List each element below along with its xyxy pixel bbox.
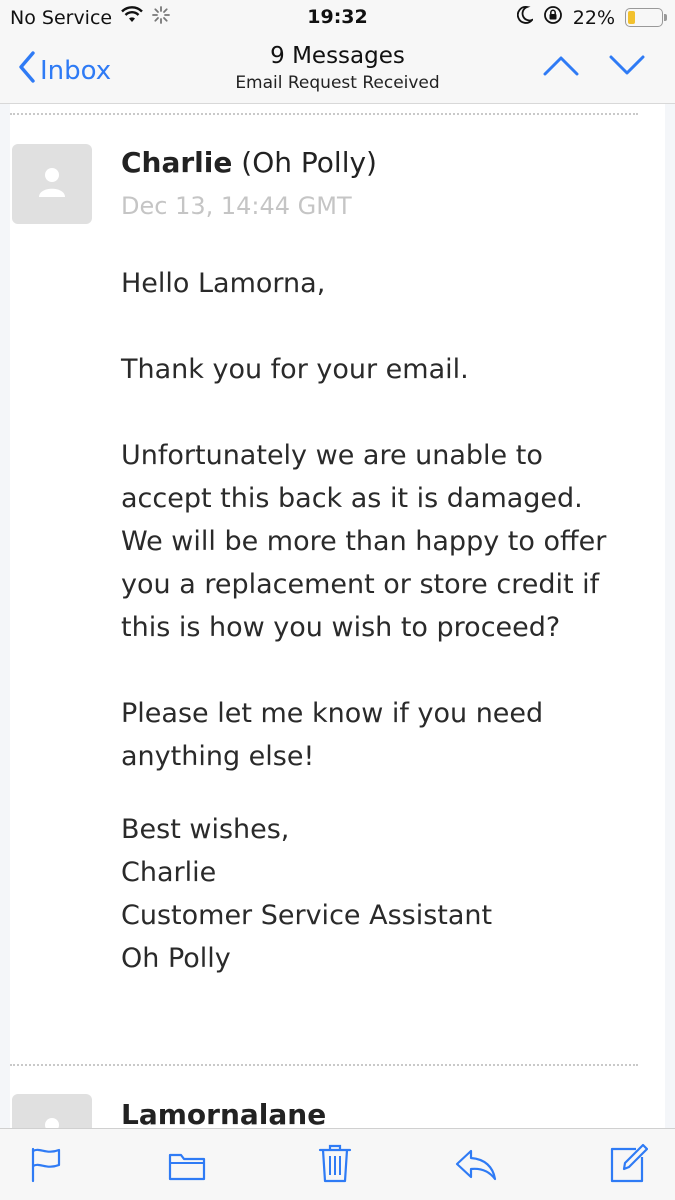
body-thanks: Thank you for your email. xyxy=(121,354,469,385)
sender-line[interactable]: Lamornalane xyxy=(121,1098,326,1128)
sender-name: Charlie xyxy=(121,146,233,179)
body-paragraph-line: this is how you wish to proceed? xyxy=(121,612,561,643)
body-paragraph-line: accept this back as it is damaged. xyxy=(121,483,583,514)
navigation-bar: Inbox 9 Messages Email Request Received xyxy=(0,36,675,104)
battery-icon xyxy=(625,8,667,27)
folder-icon[interactable] xyxy=(168,1151,206,1185)
flag-icon[interactable] xyxy=(30,1147,62,1187)
sender-name: Lamornalane xyxy=(121,1098,327,1128)
person-placeholder-icon xyxy=(34,1114,70,1128)
next-message-chevron-down-icon[interactable] xyxy=(609,54,645,80)
email-thread-screen: No Service 19:32 22% Inbox 9 Messages Em… xyxy=(0,0,675,1200)
bottom-toolbar xyxy=(0,1128,675,1200)
signature-line: Charlie xyxy=(121,857,217,888)
sender-avatar[interactable] xyxy=(12,1094,92,1128)
compose-icon[interactable] xyxy=(610,1143,649,1187)
do-not-disturb-moon-icon xyxy=(516,6,535,29)
message-date: Dec 13, 14:44 GMT xyxy=(121,192,352,220)
battery-level-fill xyxy=(628,11,635,24)
signature-line: Oh Polly xyxy=(121,943,231,974)
sender-avatar[interactable] xyxy=(12,144,92,224)
message-nav-arrows xyxy=(543,54,645,80)
body-paragraph-line: you a replacement or store credit if xyxy=(121,569,600,600)
status-bar: No Service 19:32 22% xyxy=(0,0,675,36)
sender-organization: (Oh Polly) xyxy=(241,146,377,179)
battery-percent: 22% xyxy=(572,6,615,29)
message-separator xyxy=(10,113,638,115)
trash-icon[interactable] xyxy=(318,1143,352,1187)
message-thread[interactable]: Charlie (Oh Polly) Dec 13, 14:44 GMT Hel… xyxy=(10,104,665,1128)
body-request-line: anything else! xyxy=(121,741,315,772)
signature-line: Best wishes, xyxy=(121,814,290,845)
reply-icon[interactable] xyxy=(455,1149,497,1185)
body-paragraph-line: Unfortunately we are unable to xyxy=(121,440,543,471)
orientation-lock-icon xyxy=(543,5,563,30)
sender-line[interactable]: Charlie (Oh Polly) xyxy=(121,146,377,179)
previous-message-chevron-up-icon[interactable] xyxy=(543,54,579,80)
person-placeholder-icon xyxy=(34,164,70,204)
message-separator xyxy=(10,1064,638,1066)
message-body: Hello Lamorna, Thank you for your email.… xyxy=(121,262,641,980)
body-paragraph-line: We will be more than happy to offer xyxy=(121,526,607,557)
body-greeting: Hello Lamorna, xyxy=(121,268,326,299)
status-right: 22% xyxy=(516,5,667,30)
body-request-line: Please let me know if you need xyxy=(121,698,544,729)
signature-line: Customer Service Assistant xyxy=(121,900,493,931)
